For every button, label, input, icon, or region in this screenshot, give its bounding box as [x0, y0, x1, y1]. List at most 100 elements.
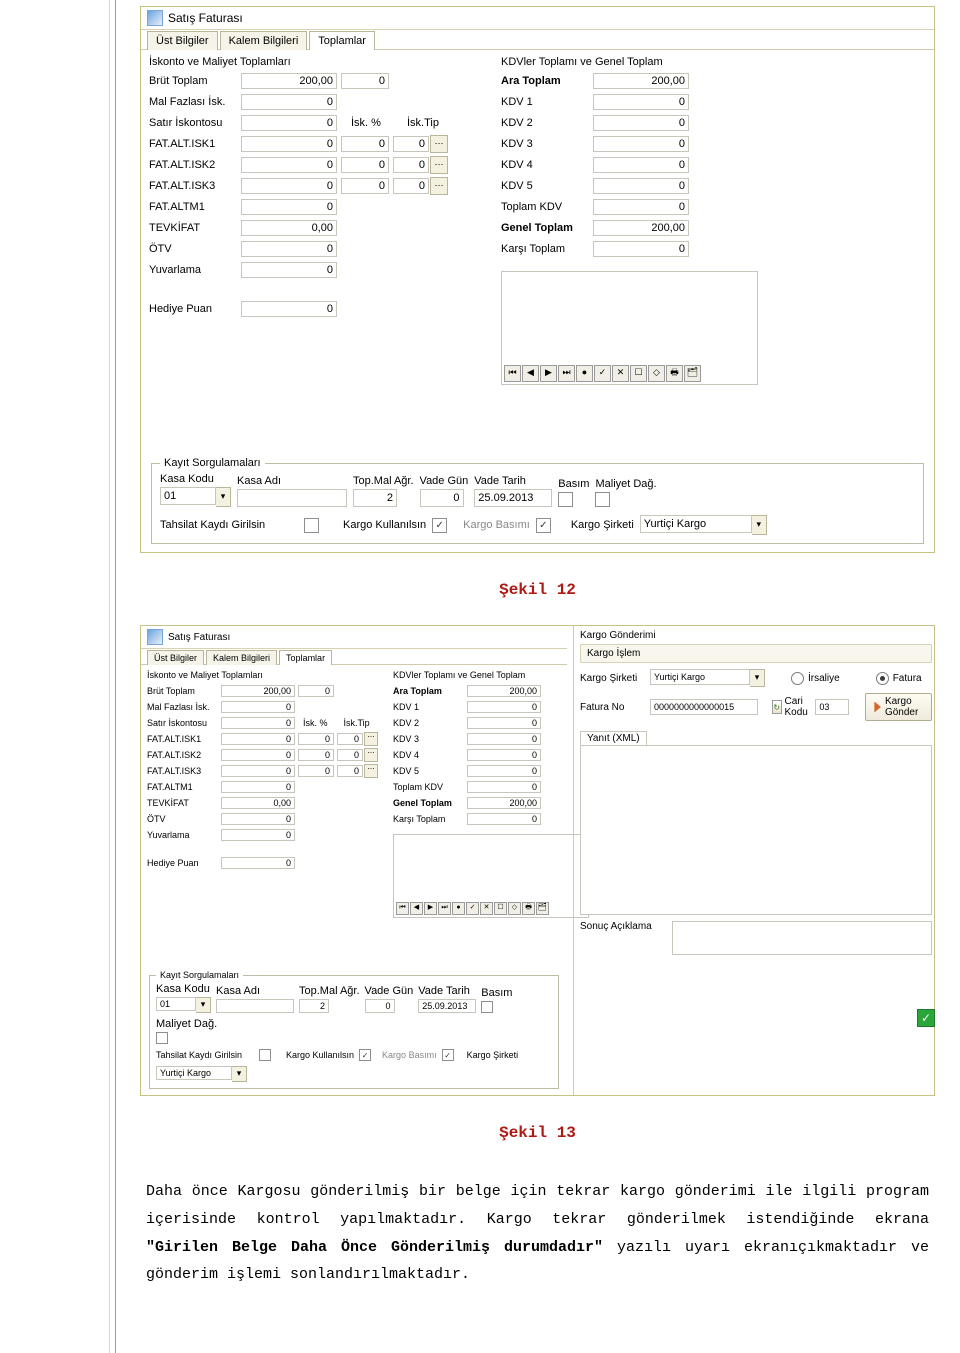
lbl-kdv4: KDV 4: [501, 159, 593, 171]
mal-fazlasi-isk[interactable]: [241, 94, 337, 110]
kasa-kodu-dropdown-icon[interactable]: ▾: [216, 487, 231, 507]
kdv1[interactable]: [593, 94, 689, 110]
lbl-satir: Satır İskontosu: [149, 117, 241, 129]
kargo-sirketi-dropdown-icon[interactable]: ▾: [752, 515, 767, 535]
tahsilat-checkbox[interactable]: [304, 518, 319, 533]
lbl-kdv1: KDV 1: [501, 96, 593, 108]
isk3-c[interactable]: [393, 178, 429, 194]
kargo-bas-checkbox[interactable]: [536, 518, 551, 533]
lbl-kargo-kul: Kargo Kullanılsın: [343, 519, 426, 531]
yanit-xml-box[interactable]: [580, 745, 932, 915]
karsi-toplam[interactable]: [593, 241, 689, 257]
nav-last-icon[interactable]: ⏭: [558, 365, 575, 382]
otv[interactable]: [241, 241, 337, 257]
kasa-kodu[interactable]: [160, 487, 216, 505]
ara-toplam[interactable]: [593, 73, 689, 89]
note-area-s13[interactable]: ⏮ ◀ ▶ ⏭ ● ✓ ✕ ☐ ◇ 🖶: [393, 834, 589, 918]
radio-irsaliye[interactable]: [791, 672, 804, 685]
lbl-top-mal: Top.Mal Ağr.: [353, 475, 414, 487]
toplam-kdv[interactable]: [593, 199, 689, 215]
lbl-kasa-adi: Kasa Adı: [237, 475, 347, 487]
send-icon: [874, 702, 881, 713]
genel-toplam[interactable]: [593, 220, 689, 236]
basim-checkbox[interactable]: [558, 492, 573, 507]
window-sekil13: Satış Faturası Üst Bilgiler Kalem Bilgil…: [140, 625, 935, 1096]
radio-fatura[interactable]: [876, 672, 889, 685]
tab-list-s13: Üst Bilgiler Kalem Bilgileri Toplamlar: [141, 649, 567, 665]
confirm-icon[interactable]: ✓: [594, 365, 611, 382]
clear-icon[interactable]: ☐: [630, 365, 647, 382]
kdv3[interactable]: [593, 136, 689, 152]
tab-ust-bilgiler[interactable]: Üst Bilgiler: [147, 31, 218, 50]
fatura-no-input[interactable]: [650, 699, 758, 715]
altm1[interactable]: [241, 199, 337, 215]
isk1-a[interactable]: [241, 136, 337, 152]
kg-sirket-select[interactable]: [650, 669, 750, 685]
hediye-puan[interactable]: [241, 301, 337, 317]
tab-ust-s13[interactable]: Üst Bilgiler: [147, 650, 204, 665]
isk2-b[interactable]: [341, 157, 389, 173]
sonuc-aciklama[interactable]: [672, 921, 932, 955]
isk1-b[interactable]: [341, 136, 389, 152]
nav-next-icon[interactable]: ▶: [540, 365, 557, 382]
lbl-vade-tarih: Vade Tarih: [474, 475, 552, 487]
yanit-tab[interactable]: Yanıt (XML): [580, 731, 647, 745]
isk2-picker-icon[interactable]: ⋯: [430, 156, 448, 174]
lbl-cari: Cari Kodu: [785, 696, 813, 718]
tevkifat[interactable]: [241, 220, 337, 236]
lbl-mal: Mal Fazlası İsk.: [149, 96, 241, 108]
isk3-picker-icon[interactable]: ⋯: [430, 177, 448, 195]
kayit-sorgulamalari: Kayıt Sorgulamaları Kasa Kodu ▾ Kasa Adı…: [151, 457, 924, 544]
record-icon[interactable]: ●: [576, 365, 593, 382]
isk2-c[interactable]: [393, 157, 429, 173]
brut-toplam-2[interactable]: [341, 73, 389, 89]
nav-first-icon[interactable]: ⏮: [504, 365, 521, 382]
lbl-hediye: Hediye Puan: [149, 303, 241, 315]
kasa-adi[interactable]: [237, 489, 347, 507]
tab-kalem-bilgileri[interactable]: Kalem Bilgileri: [220, 31, 308, 50]
kdv4[interactable]: [593, 157, 689, 173]
brut-toplam-1[interactable]: [241, 73, 337, 89]
kargo-kul-checkbox[interactable]: [432, 518, 447, 533]
lbl-yuv: Yuvarlama: [149, 264, 241, 276]
tab-kalem-s13[interactable]: Kalem Bilgileri: [206, 650, 277, 665]
lbl-isk2: FAT.ALT.ISK2: [149, 159, 241, 171]
isk1-c[interactable]: [393, 136, 429, 152]
diamond-icon[interactable]: ◇: [648, 365, 665, 382]
nav-prev-icon[interactable]: ◀: [522, 365, 539, 382]
isk1-picker-icon[interactable]: ⋯: [430, 135, 448, 153]
success-check-icon: ✓: [917, 1009, 935, 1027]
lbl-tevk: TEVKİFAT: [149, 222, 241, 234]
lbl-karsi: Karşı Toplam: [501, 243, 593, 255]
kdv5[interactable]: [593, 178, 689, 194]
refresh-icon[interactable]: ↻: [772, 700, 782, 714]
folder-icon[interactable]: 🗂: [684, 365, 701, 382]
caption-sekil-12: Şekil 12: [140, 581, 935, 599]
vade-gun[interactable]: [420, 489, 464, 507]
tab-top-s13[interactable]: Toplamlar: [279, 650, 332, 665]
section-kdv-s13: KDVler Toplamı ve Genel Toplam: [393, 670, 569, 680]
titlebar-s13[interactable]: Satış Faturası: [141, 626, 567, 649]
kargo-sirketi[interactable]: [640, 515, 752, 533]
lbl-otv: ÖTV: [149, 243, 241, 255]
note-area[interactable]: ⏮ ◀ ▶ ⏭ ● ✓ ✕ ☐ ◇ 🖶 🗂: [501, 271, 758, 385]
description-paragraph: Daha önce Kargosu gönderilmiş bir belge …: [146, 1178, 929, 1289]
cancel-icon[interactable]: ✕: [612, 365, 629, 382]
kg-sirket-dropdown-icon[interactable]: ▾: [750, 669, 765, 687]
kargo-gonder-button[interactable]: Kargo Gönder: [865, 693, 931, 721]
kdv2[interactable]: [593, 115, 689, 131]
print-icon[interactable]: 🖶: [666, 365, 683, 382]
yuvarlama[interactable]: [241, 262, 337, 278]
isk3-b[interactable]: [341, 178, 389, 194]
cari-kodu-input[interactable]: [815, 699, 849, 715]
lbl-brut: Brüt Toplam: [149, 75, 241, 87]
satir-iskontosu[interactable]: [241, 115, 337, 131]
titlebar[interactable]: Satış Faturası: [141, 7, 934, 30]
isk2-a[interactable]: [241, 157, 337, 173]
maliyet-checkbox[interactable]: [595, 492, 610, 507]
top-mal[interactable]: [353, 489, 397, 507]
lbl-isk-pct: İsk. %: [351, 117, 381, 129]
tab-toplamlar[interactable]: Toplamlar: [309, 31, 375, 50]
isk3-a[interactable]: [241, 178, 337, 194]
vade-tarih[interactable]: [474, 489, 552, 507]
